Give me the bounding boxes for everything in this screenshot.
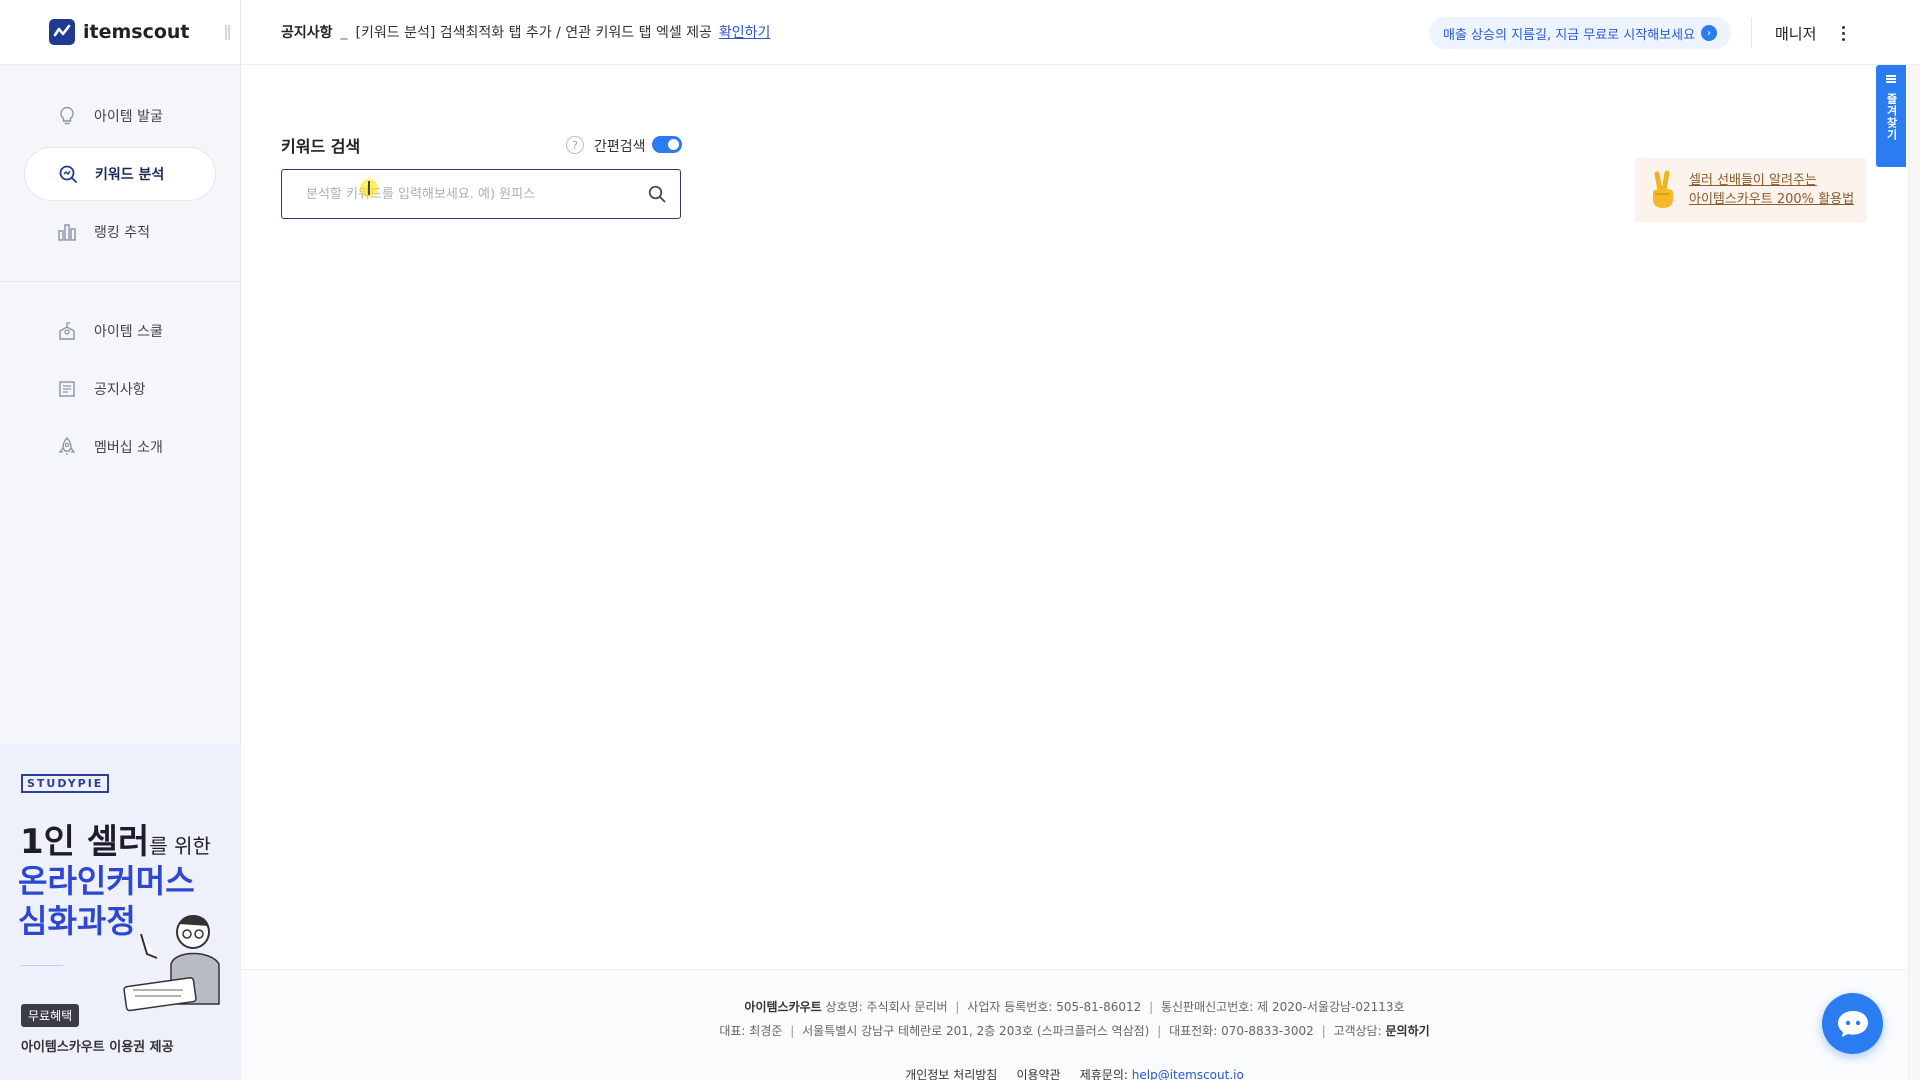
footer-company: 아이템스카우트	[744, 1000, 822, 1014]
footer-separator: |	[1157, 1024, 1162, 1038]
footer-biz-no: 사업자 등록번호: 505-81-86012	[967, 1000, 1142, 1014]
sidebar-item-label: 아이템 발굴	[94, 109, 163, 125]
bar-chart-icon	[56, 221, 78, 243]
sidebar-item-label: 키워드 분석	[95, 167, 165, 183]
keyword-search-input[interactable]	[282, 170, 634, 218]
favorites-side-tab[interactable]: 즐겨찾기	[1876, 65, 1906, 167]
footer-terms-link[interactable]: 이용약관	[1016, 1068, 1060, 1080]
chat-bubble-icon[interactable]	[1822, 993, 1883, 1054]
notice-separator: _	[340, 24, 348, 40]
menu-icon	[1886, 75, 1896, 83]
itemscout-logo-icon	[49, 19, 75, 45]
footer-partner-email[interactable]: help@itemscout.io	[1132, 1068, 1244, 1080]
footer-partner-label: 제휴문의:	[1079, 1068, 1128, 1080]
footer-support-link[interactable]: 문의하기	[1385, 1024, 1429, 1038]
sidebar-item-label: 아이템 스쿨	[94, 324, 163, 340]
promo-divider	[21, 965, 63, 966]
sidebar-item-keyword-analysis[interactable]: 키워드 분석	[24, 147, 216, 201]
school-icon	[56, 320, 78, 342]
footer-phone: 대표전화: 070-8833-3002	[1169, 1024, 1314, 1038]
mouse-cursor	[360, 179, 378, 197]
lightbulb-icon	[56, 105, 78, 127]
sidebar-item-label: 공지사항	[94, 382, 146, 398]
footer-separator: |	[955, 1000, 960, 1014]
keyword-search-icon	[57, 163, 79, 185]
logo[interactable]: itemscout	[0, 0, 240, 65]
tip-text: 셀러 선배들이 알려주는 아이템스카우트 200% 활용법	[1689, 171, 1854, 209]
page-scrollbar[interactable]	[1908, 65, 1920, 1080]
notice-label: 공지사항	[281, 25, 333, 41]
sidebar-item-item-discovery[interactable]: 아이템 발굴	[24, 89, 216, 143]
notice-icon	[56, 378, 78, 400]
promo-badge: 무료혜택	[21, 1004, 80, 1027]
sidebar-item-label: 멤버십 소개	[94, 440, 163, 456]
sidebar: itemscout 아이템 발굴 키워드 분석 랭킹 추적 아이템 스쿨 공지사…	[0, 0, 241, 1080]
promo-illustration	[111, 904, 241, 1024]
more-vert-icon[interactable]	[1837, 22, 1849, 44]
footer-ceo: 대표: 최경준	[719, 1024, 783, 1038]
chevron-right-icon: ›	[1701, 25, 1718, 41]
keyword-search-title: 키워드 검색	[281, 137, 361, 156]
footer-address: 서울특별시 강남구 테헤란로 201, 2층 203호 (스파크플러스 역삼점)	[802, 1024, 1150, 1038]
footer-separator: |	[1149, 1000, 1154, 1014]
top-header: 공지사항 _ [키워드 분석] 검색최적화 탭 추가 / 연관 키워드 탭 엑셀…	[241, 0, 1920, 65]
cta-label: 매출 상승의 지름길, 지금 무료로 시작해보세요	[1443, 27, 1696, 43]
favorites-label: 즐겨찾기	[1885, 93, 1898, 141]
quick-search-toggle[interactable]	[652, 136, 682, 153]
tip-line: 셀러 선배들이 알려주는	[1689, 173, 1817, 188]
footer-contact-info: 대표: 최경준 | 서울특별시 강남구 테헤란로 201, 2층 203호 (스…	[241, 1022, 1908, 1039]
rocket-icon	[56, 436, 78, 458]
sidebar-item-item-school[interactable]: 아이템 스쿨	[24, 304, 216, 358]
sidebar-divider	[0, 281, 240, 282]
quick-search-label: 간편검색	[594, 139, 646, 155]
footer-support-label: 고객상담:	[1333, 1024, 1382, 1038]
sidebar-item-notice[interactable]: 공지사항	[24, 362, 216, 416]
notice-text: [키워드 분석] 검색최적화 탭 추가 / 연관 키워드 탭 엑셀 제공	[355, 25, 712, 41]
keyword-search-box	[281, 169, 681, 219]
free-start-cta-button[interactable]: 매출 상승의 지름길, 지금 무료로 시작해보세요 ›	[1429, 17, 1732, 49]
sidebar-collapse-handle[interactable]	[225, 25, 230, 40]
footer-company-name: 상호명: 주식회사 문리버	[825, 1000, 948, 1014]
footer-company-info: 아이템스카우트 상호명: 주식회사 문리버 | 사업자 등록번호: 505-81…	[241, 998, 1908, 1015]
sidebar-nav: 아이템 발굴 키워드 분석 랭킹 추적 아이템 스쿨 공지사항 멤버십 소개	[0, 65, 240, 474]
search-icon[interactable]	[634, 170, 680, 218]
promo-brand-logo: STUDYPIE	[21, 774, 110, 793]
footer-privacy-link[interactable]: 개인정보 처리방침	[905, 1068, 997, 1080]
footer: 아이템스카우트 상호명: 주식회사 문리버 | 사업자 등록번호: 505-81…	[241, 969, 1908, 1080]
footer-separator: |	[1321, 1024, 1326, 1038]
victory-hand-icon	[1647, 170, 1679, 210]
sidebar-item-ranking-tracking[interactable]: 랭킹 추적	[24, 205, 216, 259]
promo-headline-small: 를 위한	[149, 834, 211, 858]
header-divider	[1751, 18, 1752, 48]
usage-tip-card[interactable]: 셀러 선배들이 알려주는 아이템스카우트 200% 활용법	[1635, 158, 1867, 222]
footer-ecommerce-no: 통신판매신고번호: 제 2020-서울강남-02113호	[1160, 1000, 1405, 1014]
logo-text: itemscout	[83, 21, 190, 43]
footer-separator: |	[790, 1024, 795, 1038]
notice-confirm-link[interactable]: 확인하기	[719, 22, 771, 42]
promo-subtitle: 아이템스카우트 이용권 제공	[21, 1040, 174, 1055]
promo-banner[interactable]: STUDYPIE 1인 셀러를 위한 온라인커머스 심화과정 무료혜택 아이템스…	[0, 744, 241, 1080]
tip-line: 아이템스카우트 200% 활용법	[1689, 192, 1855, 207]
help-icon[interactable]: ?	[566, 136, 584, 154]
sidebar-item-membership[interactable]: 멤버십 소개	[24, 420, 216, 474]
footer-links: 개인정보 처리방침 이용약관 제휴문의: help@itemscout.io	[241, 1066, 1908, 1080]
sidebar-item-label: 랭킹 추적	[94, 225, 150, 241]
user-menu[interactable]: 매니저	[1775, 23, 1816, 44]
